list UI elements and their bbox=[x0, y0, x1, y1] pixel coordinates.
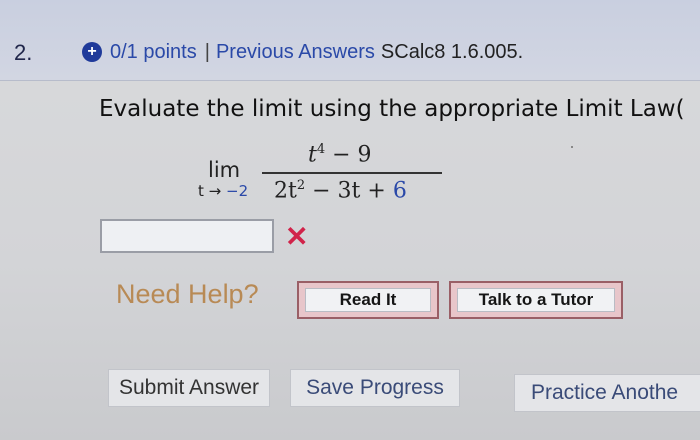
points-score: 0/1 points bbox=[110, 41, 197, 63]
numerator-variable: t bbox=[308, 142, 317, 168]
decorative-dot bbox=[571, 146, 573, 148]
limit-arrow: → bbox=[208, 182, 222, 200]
x-mark-icon: ✕ bbox=[285, 221, 309, 252]
denominator-constant: 6 bbox=[392, 178, 407, 204]
numerator-rest: − 9 bbox=[325, 142, 372, 168]
limit-label: lim bbox=[208, 158, 241, 182]
question-instruction: Evaluate the limit using the appropriate… bbox=[99, 96, 685, 122]
save-progress-button[interactable]: Save Progress bbox=[290, 369, 460, 407]
talk-to-tutor-button[interactable]: Talk to a Tutor bbox=[449, 281, 623, 319]
previous-answers-link[interactable]: Previous Answers bbox=[216, 41, 375, 63]
denominator-exponent: 2 bbox=[296, 178, 306, 193]
question-number: 2. bbox=[14, 40, 33, 65]
separator: | bbox=[204, 41, 210, 63]
submit-answer-button[interactable]: Submit Answer bbox=[108, 369, 270, 407]
fraction-bar bbox=[262, 172, 442, 174]
answer-input[interactable] bbox=[100, 219, 274, 253]
numerator-exponent: 4 bbox=[316, 142, 326, 157]
read-it-button[interactable]: Read It bbox=[297, 281, 439, 319]
read-it-label: Read It bbox=[305, 288, 431, 312]
fraction-denominator: 2t2 − 3t + 6 bbox=[274, 178, 407, 203]
limit-value: −2 bbox=[226, 182, 249, 200]
practice-another-button[interactable]: Practice Anothe bbox=[514, 374, 700, 412]
denominator-middle: − 3t + bbox=[305, 178, 393, 204]
fraction-numerator: t4 − 9 bbox=[308, 142, 372, 167]
need-help-label: Need Help? bbox=[116, 279, 259, 309]
denominator-coef: 2t bbox=[274, 178, 297, 204]
question-header: 2. + 0/1 points | Previous Answers SCalc8 1… bbox=[0, 0, 700, 81]
talk-to-tutor-label: Talk to a Tutor bbox=[457, 288, 615, 312]
plus-circle-icon[interactable]: + bbox=[82, 42, 102, 62]
limit-subscript: t → −2 bbox=[198, 182, 248, 200]
limit-variable: t bbox=[198, 182, 204, 200]
points-line: 0/1 points | Previous Answers SCalc8 1.6.00… bbox=[110, 41, 523, 64]
problem-code: SCalc8 1.6.005. bbox=[380, 41, 524, 63]
